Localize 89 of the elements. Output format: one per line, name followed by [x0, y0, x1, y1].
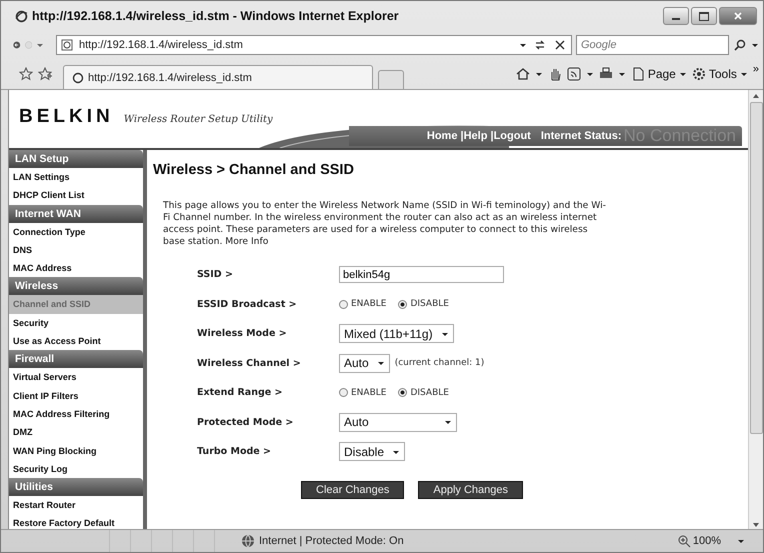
field-note: (current channel: 1): [394, 358, 484, 368]
caret-icon: [740, 70, 748, 78]
header-link[interactable]: Home: [426, 130, 461, 142]
scroll-up-icon[interactable]: [752, 92, 760, 100]
sidebar-item[interactable]: Restart Router: [9, 496, 143, 514]
brand-logo: BELKIN: [19, 106, 114, 128]
field-label: Extend Range >: [197, 387, 284, 398]
feed-icon[interactable]: [566, 67, 581, 81]
gear-icon: [692, 67, 706, 81]
add-favorite-icon[interactable]: [38, 67, 52, 81]
page-title: Wireless > Channel and SSID: [153, 162, 355, 178]
sidebar-item[interactable]: DMZ: [9, 423, 143, 442]
status-label: Internet Status:: [540, 130, 622, 142]
page-icon: [61, 39, 73, 51]
sidebar-item[interactable]: LAN Settings: [9, 168, 143, 186]
home-icon[interactable]: [516, 67, 530, 81]
scroll-down-icon[interactable]: [752, 521, 760, 529]
overflow-chevron[interactable]: »: [752, 63, 759, 75]
sidebar-item[interactable]: Security Log: [9, 460, 143, 478]
scrollbar[interactable]: [748, 90, 763, 529]
sidebar-item[interactable]: Use as Access Point: [9, 332, 143, 350]
sidebar-item[interactable]: WAN Ping Blocking: [9, 442, 143, 460]
sidebar-item[interactable]: Restore Factory Default: [9, 514, 143, 533]
sidebar-item[interactable]: Security: [9, 314, 143, 332]
form-button[interactable]: Clear Changes: [301, 480, 404, 498]
sidebar-heading: Firewall: [9, 350, 143, 368]
sidebar-item[interactable]: MAC Address Filtering: [9, 404, 143, 424]
sidebar-item[interactable]: DNS: [9, 240, 143, 260]
globe-icon: [241, 534, 255, 548]
refresh-icon[interactable]: [533, 38, 547, 52]
sidebar-item[interactable]: MAC Address: [9, 259, 143, 278]
tools-menu[interactable]: Tools: [692, 67, 748, 81]
tagline: Wireless Router Setup Utility: [124, 114, 273, 125]
page-menu[interactable]: Page: [630, 67, 687, 81]
zoom-level[interactable]: 100%: [676, 534, 721, 548]
caret-icon: [444, 418, 452, 426]
page-icon: [630, 67, 645, 81]
radio-option[interactable]: ENABLE: [339, 299, 386, 310]
close-button[interactable]: [719, 7, 757, 25]
browser-tab[interactable]: http://192.168.1.4/wireless_id.stm: [63, 65, 373, 89]
sidebar-heading: Wireless: [9, 277, 143, 296]
caret-icon[interactable]: [618, 70, 626, 78]
browser-icon: [15, 10, 28, 22]
caret-icon[interactable]: [737, 537, 745, 545]
sidebar-heading: Utilities: [9, 478, 143, 496]
field-label: Wireless Mode >: [197, 328, 288, 340]
address-bar[interactable]: http://192.168.1.4/wireless_id.stm: [56, 35, 572, 55]
dropdown[interactable]: Auto: [339, 354, 390, 373]
description: This page allows you to enter the Wireless Network Name (SSID in Wi-fi teminology) and the Wi-Fi Channel number. In the wireless environment the router can also act as an wireless internet access point. These parameters are used for a wireless computer to connect to this wireless base station. More Info: [163, 200, 607, 248]
more-info-link[interactable]: More Info: [225, 236, 268, 247]
print-icon[interactable]: [598, 67, 613, 81]
close-icon[interactable]: [553, 38, 567, 52]
radio-option[interactable]: DISABLE: [398, 388, 449, 398]
sidebar-item[interactable]: Virtual Servers: [9, 368, 143, 387]
search-field[interactable]: Google: [576, 35, 729, 55]
dropdown[interactable]: Auto: [339, 412, 457, 432]
field-label: ESSID Broadcast >: [197, 298, 298, 310]
search-icon[interactable]: [733, 38, 747, 52]
caret-icon[interactable]: [751, 41, 759, 49]
radio-option[interactable]: ENABLE: [339, 388, 386, 398]
caret-icon: [678, 70, 687, 78]
favorites-star-icon[interactable]: [19, 67, 33, 81]
zoom-icon: [676, 534, 691, 548]
browser-icon: [72, 72, 84, 84]
caret-icon: [376, 359, 385, 368]
field-label: Protected Mode >: [197, 416, 294, 428]
caret-icon[interactable]: [519, 41, 527, 49]
field-label: Wireless Channel >: [197, 358, 302, 369]
sidebar-item[interactable]: Client IP Filters: [9, 386, 143, 405]
sidebar-item[interactable]: Connection Type: [9, 222, 143, 241]
header-link[interactable]: |Logout: [490, 130, 531, 142]
field-label: SSID >: [197, 269, 234, 280]
field-label: Turbo Mode >: [197, 446, 272, 458]
caret-icon[interactable]: [534, 70, 543, 78]
caret-icon[interactable]: [586, 70, 594, 78]
sidebar-heading: Internet WAN: [9, 204, 143, 223]
ssid-field[interactable]: belkin54g: [339, 266, 504, 284]
maximize-button[interactable]: [691, 7, 717, 25]
security-zone: Internet | Protected Mode: On: [259, 535, 404, 547]
dropdown[interactable]: Disable: [339, 442, 406, 462]
sidebar-heading: LAN Setup: [9, 150, 143, 168]
sidebar-item[interactable]: DHCP Client List: [9, 186, 143, 205]
minimize-button[interactable]: [663, 7, 689, 25]
close-icon: [733, 11, 743, 21]
radio-option[interactable]: DISABLE: [398, 299, 449, 310]
form-button[interactable]: Apply Changes: [418, 480, 523, 498]
dropdown[interactable]: Mixed (11b+11g): [339, 324, 454, 344]
header-link[interactable]: |Help: [460, 130, 490, 142]
window-title: http://192.168.1.4/wireless_id.stm - Windows Internet Explorer: [32, 9, 399, 23]
